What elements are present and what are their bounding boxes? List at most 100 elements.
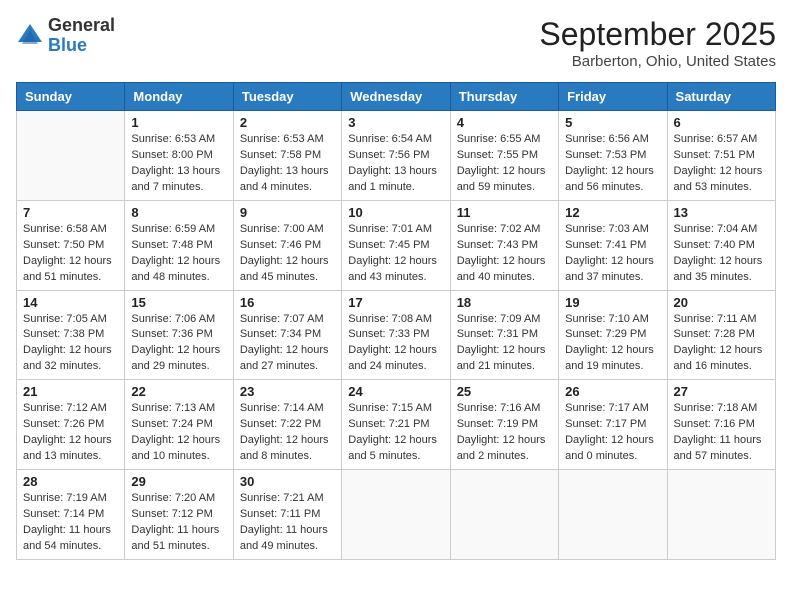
calendar-table: SundayMondayTuesdayWednesdayThursdayFrid… bbox=[16, 82, 776, 560]
sunset-text: Sunset: 7:17 PM bbox=[565, 418, 646, 430]
day-number: 24 bbox=[348, 384, 443, 399]
sunrise-text: Sunrise: 7:04 AM bbox=[674, 223, 758, 235]
day-number: 19 bbox=[565, 295, 660, 310]
day-info: Sunrise: 7:04 AMSunset: 7:40 PMDaylight:… bbox=[674, 222, 769, 286]
day-info: Sunrise: 7:01 AMSunset: 7:45 PMDaylight:… bbox=[348, 222, 443, 286]
sunset-text: Sunset: 7:21 PM bbox=[348, 418, 429, 430]
calendar-cell bbox=[559, 470, 667, 560]
daylight-text: Daylight: 12 hours and 16 minutes. bbox=[674, 344, 763, 372]
calendar-cell bbox=[450, 470, 558, 560]
calendar-cell bbox=[342, 470, 450, 560]
day-info: Sunrise: 7:19 AMSunset: 7:14 PMDaylight:… bbox=[23, 491, 118, 555]
daylight-text: Daylight: 12 hours and 37 minutes. bbox=[565, 255, 654, 283]
day-number: 12 bbox=[565, 205, 660, 220]
day-number: 14 bbox=[23, 295, 118, 310]
weekday-header-wednesday: Wednesday bbox=[342, 83, 450, 111]
day-number: 16 bbox=[240, 295, 335, 310]
calendar-cell: 16 Sunrise: 7:07 AMSunset: 7:34 PMDayligh… bbox=[233, 290, 341, 380]
sunrise-text: Sunrise: 6:58 AM bbox=[23, 223, 107, 235]
daylight-text: Daylight: 12 hours and 19 minutes. bbox=[565, 344, 654, 372]
calendar-cell: 1Sunrise: 6:53 AMSunset: 8:00 PMDaylight… bbox=[125, 111, 233, 201]
sunset-text: Sunset: 7:45 PM bbox=[348, 239, 429, 251]
calendar-cell: 6Sunrise: 6:57 AMSunset: 7:51 PMDaylight… bbox=[667, 111, 775, 201]
logo: General Blue bbox=[16, 16, 115, 56]
sunset-text: Sunset: 7:41 PM bbox=[565, 239, 646, 251]
daylight-text: Daylight: 12 hours and 0 minutes. bbox=[565, 434, 654, 462]
calendar-cell: 4 Sunrise: 6:55 AMSunset: 7:55 PMDaylight… bbox=[450, 111, 558, 201]
sunrise-text: Sunrise: 7:17 AM bbox=[565, 402, 649, 414]
calendar-cell: 23Sunrise: 7:14 AMSunset: 7:22 PMDayligh… bbox=[233, 380, 341, 470]
sunset-text: Sunset: 7:26 PM bbox=[23, 418, 104, 430]
month-title: September 2025 bbox=[539, 16, 776, 53]
daylight-text: Daylight: 12 hours and 35 minutes. bbox=[674, 255, 763, 283]
logo-icon bbox=[16, 22, 44, 50]
sunset-text: Sunset: 7:12 PM bbox=[131, 508, 212, 520]
sunrise-text: Sunrise: 6:53 AM bbox=[131, 133, 215, 145]
day-number: 3 bbox=[348, 115, 443, 130]
sunrise-text: Sunrise: 7:20 AM bbox=[131, 492, 215, 504]
logo-blue-text: Blue bbox=[48, 35, 87, 55]
weekday-header-tuesday: Tuesday bbox=[233, 83, 341, 111]
week-row-2: 7Sunrise: 6:58 AMSunset: 7:50 PMDaylight… bbox=[17, 200, 776, 290]
day-number: 23 bbox=[240, 384, 335, 399]
day-number: 28 bbox=[23, 474, 118, 489]
sunset-text: Sunset: 7:56 PM bbox=[348, 149, 429, 161]
day-info: Sunrise: 7:15 AMSunset: 7:21 PMDaylight:… bbox=[348, 401, 443, 465]
sunrise-text: Sunrise: 7:15 AM bbox=[348, 402, 432, 414]
calendar-cell: 2Sunrise: 6:53 AMSunset: 7:58 PMDaylight… bbox=[233, 111, 341, 201]
weekday-header-sunday: Sunday bbox=[17, 83, 125, 111]
sunset-text: Sunset: 7:16 PM bbox=[674, 418, 755, 430]
day-info: Sunrise: 6:55 AMSunset: 7:55 PMDaylight:… bbox=[457, 132, 552, 196]
day-info: Sunrise: 7:02 AMSunset: 7:43 PMDaylight:… bbox=[457, 222, 552, 286]
calendar-cell: 13Sunrise: 7:04 AMSunset: 7:40 PMDayligh… bbox=[667, 200, 775, 290]
sunrise-text: Sunrise: 7:00 AM bbox=[240, 223, 324, 235]
day-number: 5 bbox=[565, 115, 660, 130]
calendar-cell: 26Sunrise: 7:17 AMSunset: 7:17 PMDayligh… bbox=[559, 380, 667, 470]
sunrise-text: Sunrise: 7:14 AM bbox=[240, 402, 324, 414]
page-header: General Blue September 2025 Barberton, O… bbox=[16, 16, 776, 70]
day-number: 1 bbox=[131, 115, 226, 130]
sunrise-text: Sunrise: 7:07 AM bbox=[240, 313, 324, 325]
weekday-header-saturday: Saturday bbox=[667, 83, 775, 111]
sunset-text: Sunset: 7:55 PM bbox=[457, 149, 538, 161]
day-info: Sunrise: 6:54 AMSunset: 7:56 PMDaylight:… bbox=[348, 132, 443, 196]
daylight-text: Daylight: 12 hours and 29 minutes. bbox=[131, 344, 220, 372]
calendar-cell: 19 Sunrise: 7:10 AM Sunset: 7:29 PM Dayligh… bbox=[559, 290, 667, 380]
day-info: Sunrise: 7:10 AM Sunset: 7:29 PM Daylight:… bbox=[565, 312, 660, 376]
day-info: Sunrise: 7:07 AMSunset: 7:34 PMDaylight:… bbox=[240, 312, 335, 376]
day-number: 27 bbox=[674, 384, 769, 399]
daylight-text: Daylight: 12 hours and 2 minutes. bbox=[457, 434, 546, 462]
sunrise-text: Sunrise: 7:10 AM bbox=[565, 313, 649, 325]
weekday-header-monday: Monday bbox=[125, 83, 233, 111]
sunrise-text: Sunrise: 7:05 AM bbox=[23, 313, 107, 325]
calendar-cell: 17Sunrise: 7:08 AMSunset: 7:33 PMDayligh… bbox=[342, 290, 450, 380]
day-info: Sunrise: 7:09 AMSunset: 7:31 PMDaylight:… bbox=[457, 312, 552, 376]
calendar-cell: 3 Sunrise: 6:54 AMSunset: 7:56 PMDaylight… bbox=[342, 111, 450, 201]
day-number: 9 bbox=[240, 205, 335, 220]
calendar-cell: 21Sunrise: 7:12 AMSunset: 7:26 PMDayligh… bbox=[17, 380, 125, 470]
day-info: Sunrise: 7:20 AMSunset: 7:12 PMDaylight:… bbox=[131, 491, 226, 555]
sunset-text: Sunset: 7:14 PM bbox=[23, 508, 104, 520]
sunset-text: Sunset: 7:29 PM bbox=[565, 328, 646, 340]
day-number: 4 bbox=[457, 115, 552, 130]
sunrise-text: Sunrise: 7:12 AM bbox=[23, 402, 107, 414]
day-info: Sunrise: 7:16 AMSunset: 7:19 PMDaylight:… bbox=[457, 401, 552, 465]
sunset-text: Sunset: 7:43 PM bbox=[457, 239, 538, 251]
day-info: Sunrise: 7:06 AMSunset: 7:36 PMDaylight:… bbox=[131, 312, 226, 376]
calendar-cell: 25Sunrise: 7:16 AMSunset: 7:19 PMDayligh… bbox=[450, 380, 558, 470]
sunset-text: Sunset: 7:36 PM bbox=[131, 328, 212, 340]
daylight-text: Daylight: 13 hours and 4 minutes. bbox=[240, 165, 329, 193]
sunrise-text: Sunrise: 7:01 AM bbox=[348, 223, 432, 235]
day-info: Sunrise: 6:53 AMSunset: 7:58 PMDaylight:… bbox=[240, 132, 335, 196]
calendar-cell bbox=[17, 111, 125, 201]
sunrise-text: Sunrise: 6:56 AM bbox=[565, 133, 649, 145]
sunset-text: Sunset: 7:19 PM bbox=[457, 418, 538, 430]
sunrise-text: Sunrise: 7:08 AM bbox=[348, 313, 432, 325]
day-info: Sunrise: 6:56 AMSunset: 7:53 PMDaylight:… bbox=[565, 132, 660, 196]
daylight-text: Daylight: 13 hours and 1 minute. bbox=[348, 165, 437, 193]
daylight-text: Daylight: 12 hours and 48 minutes. bbox=[131, 255, 220, 283]
sunset-text: Sunset: 7:11 PM bbox=[240, 508, 321, 520]
daylight-text: Daylight: 11 hours and 49 minutes. bbox=[240, 524, 328, 552]
daylight-text: Daylight: 12 hours and 32 minutes. bbox=[23, 344, 112, 372]
day-info: Sunrise: 7:05 AMSunset: 7:38 PMDaylight:… bbox=[23, 312, 118, 376]
